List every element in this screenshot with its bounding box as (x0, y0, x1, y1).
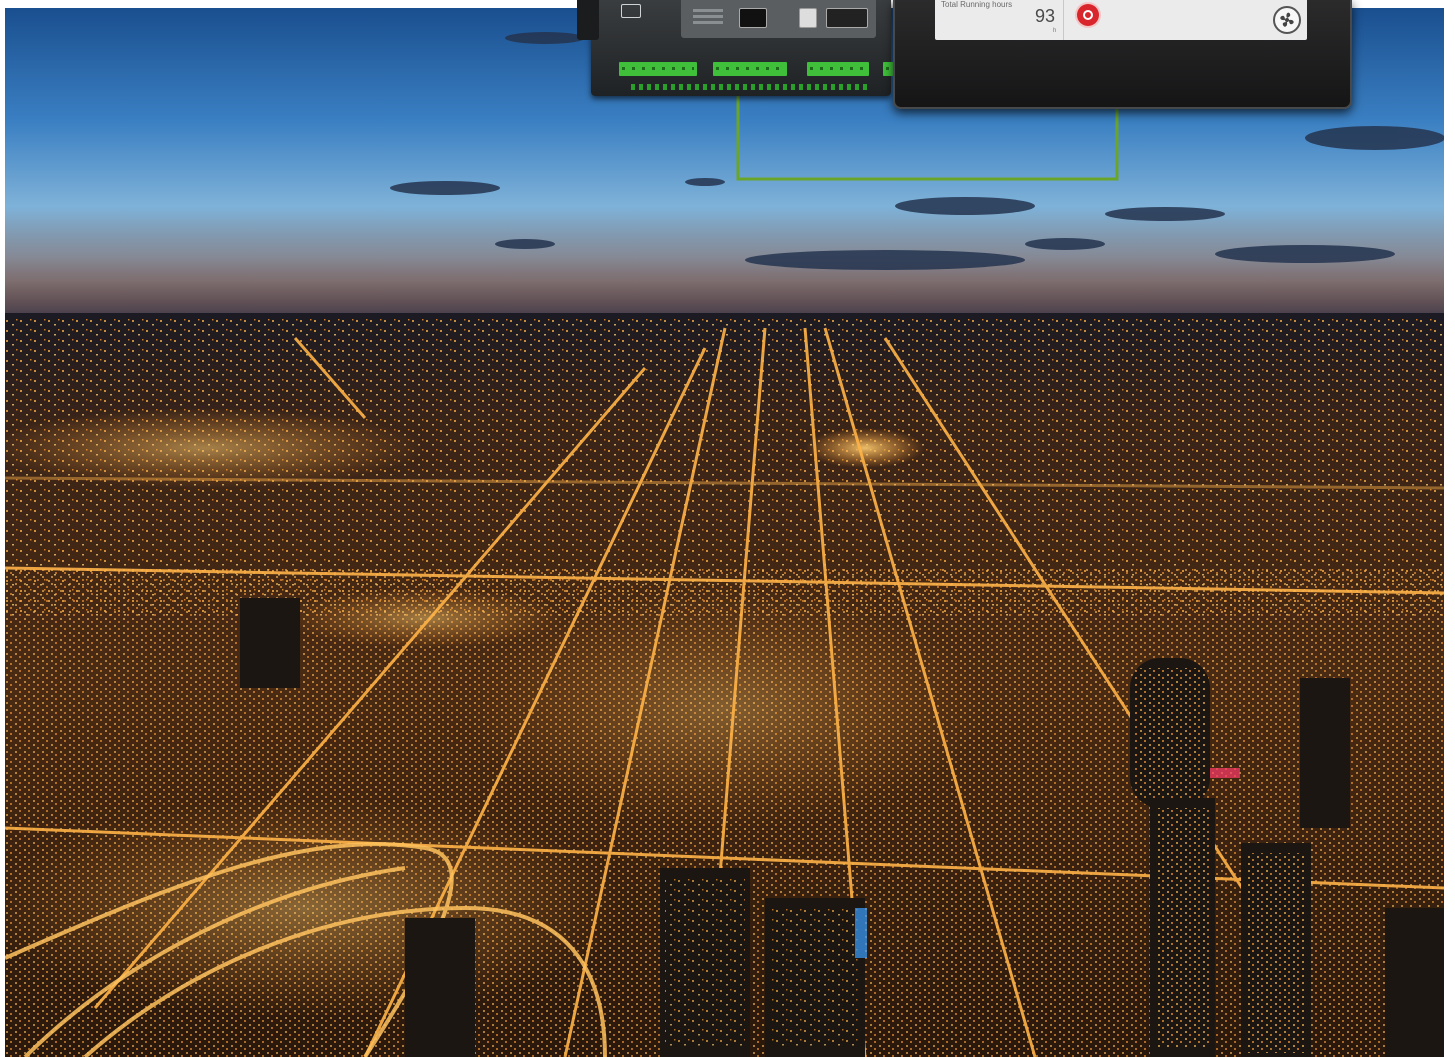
controller-housing (591, 0, 905, 96)
controller-module (577, 0, 907, 100)
hmi-screen: Total Running hours 93 h (935, 0, 1307, 40)
running-hours-value: 93 (1035, 6, 1056, 26)
terminal-pins (631, 84, 871, 90)
hmi-display: Total Running hours 93 h (893, 0, 1352, 109)
controller-port-panel (681, 0, 876, 38)
terminal-block (619, 62, 697, 76)
running-hours-label: Total Running hours (941, 0, 1013, 9)
ethernet-port (739, 8, 767, 28)
terminal-block (807, 62, 869, 76)
terminal-block (713, 62, 787, 76)
stop-icon[interactable] (1077, 4, 1099, 26)
serial-port (826, 8, 868, 28)
status-leds (693, 6, 729, 32)
running-hours-unit: h (1053, 28, 1057, 34)
city-night-photo (5, 8, 1444, 1057)
fan-icon[interactable] (1273, 6, 1301, 34)
screen-divider (1063, 0, 1064, 40)
usb-port (799, 8, 817, 28)
controller-end-cap (577, 0, 599, 40)
controller-logo-icon (621, 4, 641, 18)
